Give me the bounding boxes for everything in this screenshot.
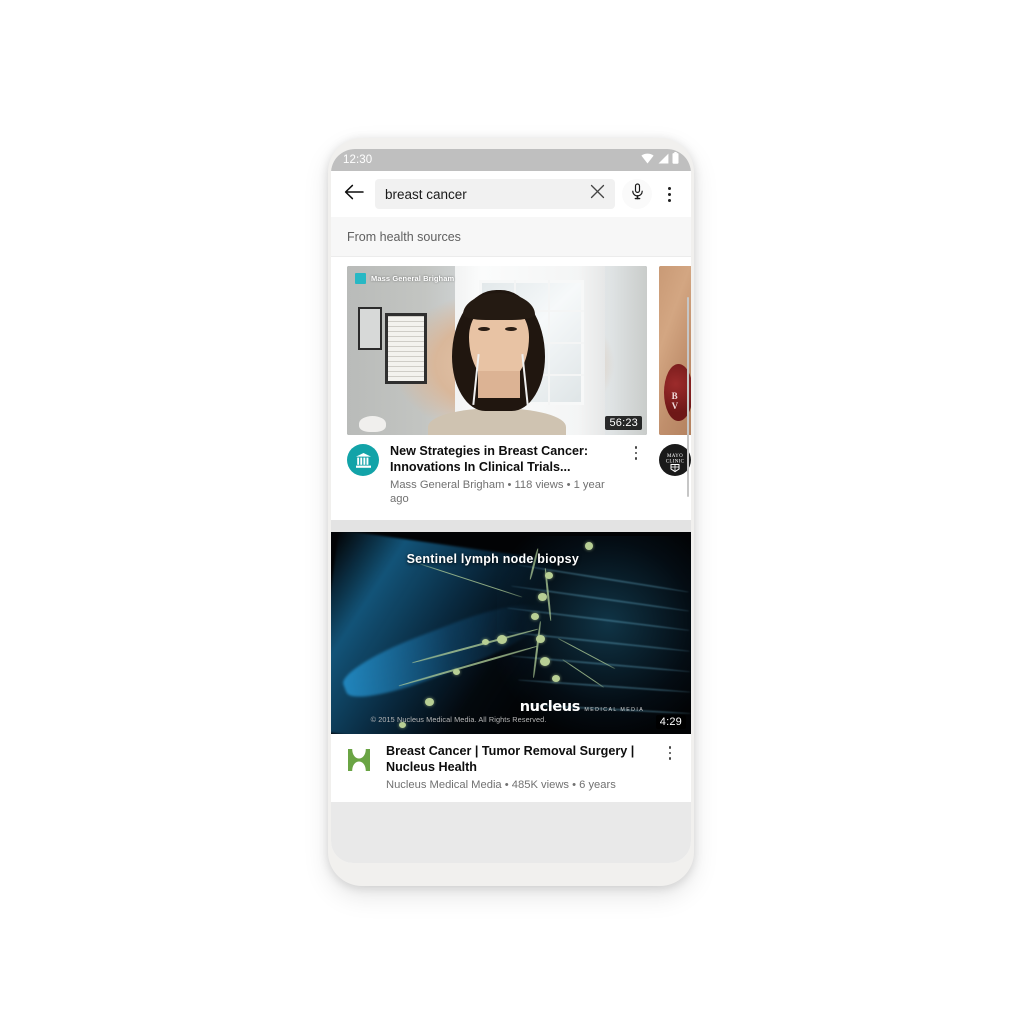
cellular-signal-icon — [657, 151, 669, 169]
video-meta: New Strategies in Breast Cancer: Innovat… — [347, 435, 647, 520]
thumbnail-lymph-node — [539, 657, 550, 667]
video-title[interactable]: New Strategies in Breast Cancer: Innovat… — [390, 444, 625, 475]
video-meta: Breast Cancer | Tumor Removal Surgery | … — [331, 734, 691, 802]
thumbnail-person-neck — [477, 370, 520, 398]
video-duration-badge: 56:23 — [605, 416, 642, 430]
video-thumbnail[interactable]: Mass General Brigham 56:23 — [347, 266, 647, 435]
thumbnail-vase — [359, 416, 386, 432]
search-query-text: breast cancer — [385, 186, 467, 202]
video-list-item[interactable]: Sentinel lymph node biopsy © 2015 Nucleu… — [331, 532, 691, 802]
video-menu-button[interactable] — [659, 744, 681, 792]
thumbnail-channel-watermark: Mass General Brigham — [355, 273, 454, 284]
video-duration-badge: 4:29 — [655, 715, 686, 729]
svg-text:CLINIC: CLINIC — [666, 460, 685, 465]
more-vertical-icon — [668, 746, 672, 760]
battery-icon — [672, 151, 679, 169]
thumbnail-lymph-node — [530, 612, 539, 620]
status-bar-icons — [641, 151, 679, 169]
shelf-header: From health sources — [331, 217, 691, 257]
voice-search-button[interactable] — [622, 179, 652, 209]
thumbnail-lymph-node — [424, 697, 434, 706]
back-button[interactable] — [337, 177, 371, 211]
shelf-title: From health sources — [347, 229, 461, 244]
svg-text:MAYO: MAYO — [667, 454, 683, 459]
phone-device-frame: 12:30 breast cancer From health sources … — [328, 138, 694, 886]
thumbnail-brand-tagline: MEDICAL MEDIA — [584, 706, 645, 713]
microphone-icon — [630, 183, 645, 205]
video-title[interactable]: Breast Cancer | Tumor Removal Surgery | … — [386, 744, 659, 775]
thumbnail-brand-name: nucleus — [519, 698, 581, 715]
wifi-icon — [641, 151, 654, 169]
thumbnail-lymph-node — [584, 542, 593, 551]
search-bar: breast cancer — [331, 171, 691, 217]
video-text-block: New Strategies in Breast Cancer: Innovat… — [390, 444, 625, 506]
mass-general-brigham-avatar[interactable] — [347, 444, 379, 476]
thumbnail-copyright-text: © 2015 Nucleus Medical Media. All Rights… — [370, 714, 547, 724]
thumbnail-brand-logo: nucleus MEDICAL MEDIA — [520, 698, 644, 716]
clear-search-button[interactable] — [585, 182, 609, 206]
search-results-list[interactable]: From health sources Mass General Brigham… — [331, 217, 691, 863]
shelf-card[interactable]: Mass General Brigham 56:23 New Strategie… — [347, 266, 647, 520]
thumbnail-lymph-node — [538, 592, 547, 601]
more-vertical-icon — [667, 186, 671, 202]
video-text-block: Breast Cancer | Tumor Removal Surgery | … — [386, 744, 659, 792]
video-metadata-line: Nucleus Medical Media • 485K views • 6 y… — [386, 779, 616, 791]
video-metadata-line: Mass General Brigham • 118 views • 1 yea… — [390, 479, 605, 505]
overflow-menu-button[interactable] — [655, 179, 683, 209]
thumbnail-seal-text: BV — [671, 391, 679, 412]
status-bar: 12:30 — [331, 149, 691, 171]
nucleus-medical-media-avatar[interactable] — [343, 744, 375, 776]
health-sources-shelf: From health sources Mass General Brigham… — [331, 217, 691, 520]
video-thumbnail[interactable]: Sentinel lymph node biopsy © 2015 Nucleu… — [331, 532, 691, 734]
search-input[interactable]: breast cancer — [375, 179, 615, 209]
section-divider — [331, 520, 691, 532]
thumbnail-lymph-node — [496, 635, 507, 645]
thumbnail-certificate-frame — [384, 313, 427, 385]
status-bar-clock: 12:30 — [343, 154, 373, 166]
back-arrow-icon — [344, 184, 364, 205]
thumbnail-picture-frame — [357, 306, 382, 351]
vertical-scrollbar[interactable] — [686, 297, 689, 497]
shelf-carousel[interactable]: Mass General Brigham 56:23 New Strategie… — [331, 257, 691, 520]
video-menu-button[interactable] — [625, 444, 647, 506]
phone-screen: 12:30 breast cancer From health sources … — [331, 149, 691, 863]
thumbnail-title-text: Sentinel lymph node biopsy — [406, 552, 580, 567]
more-vertical-icon — [634, 446, 638, 460]
mass-general-brigham-mark-icon — [355, 273, 366, 284]
close-icon — [590, 184, 605, 204]
thumbnail-watermark-text: Mass General Brigham — [371, 274, 455, 283]
